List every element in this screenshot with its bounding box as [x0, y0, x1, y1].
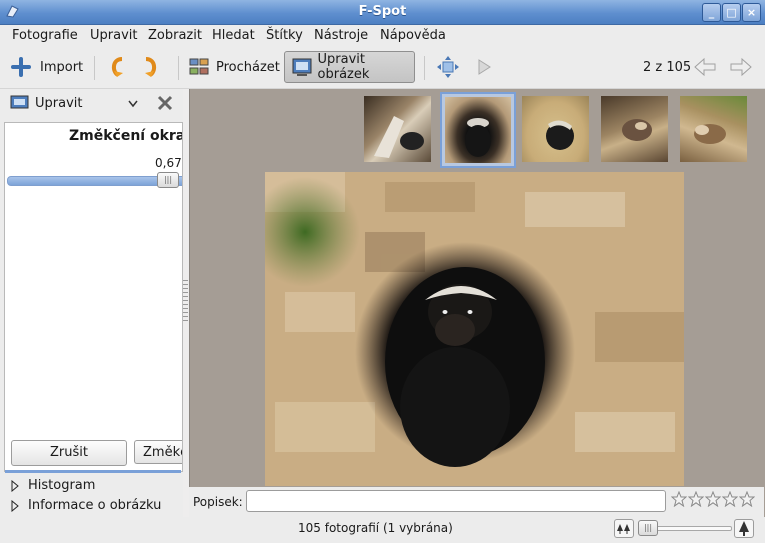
play-icon: [478, 59, 491, 75]
arrow-right-icon: [730, 57, 752, 77]
position-indicator: 2 z 105: [643, 59, 692, 75]
browse-button[interactable]: Procházet: [188, 52, 280, 82]
next-button[interactable]: [728, 52, 754, 82]
caption-input[interactable]: [246, 490, 666, 512]
fullscreen-icon: [437, 56, 459, 78]
star-icon[interactable]: [705, 491, 721, 507]
minimize-icon[interactable]: _: [702, 3, 721, 22]
cancel-button[interactable]: Zrušit: [11, 440, 127, 466]
rotate-left-button[interactable]: [104, 52, 130, 82]
main-photo[interactable]: [265, 172, 684, 486]
histogram-label: Histogram: [28, 478, 96, 493]
import-label: Import: [40, 59, 84, 75]
photo-thumbnail-image: [374, 116, 424, 158]
zoom-in-button[interactable]: [734, 519, 754, 538]
image-info-label: Informace o obrázku: [28, 498, 162, 513]
filmstrip-thumbnail[interactable]: [364, 96, 431, 162]
chevron-down-icon: [128, 100, 138, 108]
zoom-out-button[interactable]: [614, 519, 634, 538]
close-icon[interactable]: ×: [742, 3, 761, 22]
status-bar: 105 fotografií (1 vybrána) |||: [0, 517, 765, 543]
toolbar-separator: [424, 56, 425, 80]
sidebar-mode-label: Upravit: [35, 95, 83, 111]
tool-title: Změkčení okraj: [69, 128, 183, 144]
slideshow-button[interactable]: [474, 52, 494, 82]
histogram-expander[interactable]: Histogram: [10, 478, 95, 493]
fullscreen-button[interactable]: [436, 52, 460, 82]
toolbar: Import Procházet Upravit obrázek 2 z 105: [0, 47, 765, 89]
caption-bar: Popisek:: [189, 487, 764, 520]
photo-thumbnail-image: [546, 120, 574, 150]
photo-image: [265, 172, 684, 486]
filmstrip-thumbnail-selected[interactable]: [440, 92, 516, 168]
photo-thumbnail-image: [694, 124, 726, 144]
chevron-right-icon: [11, 479, 19, 492]
slider-handle[interactable]: |||: [157, 172, 179, 188]
edit-image-icon: [292, 58, 312, 76]
close-icon[interactable]: [156, 94, 174, 112]
edit-tool-panel: Změkčení okraj 0,67 |||: [4, 122, 183, 472]
slider-value: 0,67: [155, 156, 182, 170]
import-button[interactable]: Import: [10, 52, 83, 82]
caption-label: Popisek:: [193, 495, 243, 509]
maximize-icon[interactable]: □: [722, 3, 741, 22]
photo-thumbnail-image: [445, 97, 511, 163]
sidebar-mode-select[interactable]: Upravit: [10, 94, 142, 112]
menu-nastroje[interactable]: Nástroje: [314, 28, 368, 43]
previous-button[interactable]: [692, 52, 718, 82]
sidebar-header: Upravit: [10, 94, 180, 114]
browse-grid-icon: [189, 58, 209, 75]
menu-zobrazit[interactable]: Zobrazit: [148, 28, 202, 43]
title-bar: F-Spot _ □ ×: [0, 0, 765, 25]
star-icon[interactable]: [671, 491, 687, 507]
apply-button[interactable]: Změkč: [134, 440, 182, 464]
menubar: Fotografie Upravit Zobrazit Hledat Štítk…: [0, 25, 765, 47]
filmstrip-thumbnail[interactable]: [522, 96, 589, 162]
photo-thumbnail-image: [622, 119, 652, 141]
menu-stitky[interactable]: Štítky: [266, 28, 303, 43]
chevron-right-icon: [11, 499, 19, 512]
filmstrip-thumbnail[interactable]: [601, 96, 668, 162]
window-title: F-Spot: [358, 4, 407, 19]
pane-splitter[interactable]: [183, 280, 188, 324]
star-icon[interactable]: [739, 491, 755, 507]
zoom-slider-handle[interactable]: |||: [638, 520, 658, 536]
menu-upravit[interactable]: Upravit: [90, 28, 137, 43]
trees-small-icon: [617, 524, 630, 534]
rotate-right-icon: [145, 57, 157, 77]
edit-image-icon: [10, 95, 29, 109]
edit-image-button[interactable]: Upravit obrázek: [284, 51, 415, 83]
plus-icon: [11, 57, 31, 77]
menu-hledat[interactable]: Hledat: [212, 28, 255, 43]
image-info-expander[interactable]: Informace o obrázku: [10, 498, 161, 513]
browse-label: Procházet: [216, 59, 280, 75]
edit-image-label: Upravit obrázek: [317, 52, 370, 82]
rotate-right-button[interactable]: [138, 52, 164, 82]
menu-fotografie[interactable]: Fotografie: [12, 28, 78, 43]
star-icon[interactable]: [688, 491, 704, 507]
toolbar-separator: [94, 56, 95, 80]
rotate-left-icon: [111, 57, 123, 77]
tree-large-icon: [739, 521, 749, 536]
toolbar-separator: [178, 56, 179, 80]
menu-napoveda[interactable]: Nápověda: [380, 28, 446, 43]
star-icon[interactable]: [722, 491, 738, 507]
arrow-left-icon: [694, 57, 716, 77]
filmstrip-thumbnail[interactable]: [680, 96, 747, 162]
rating-stars[interactable]: [671, 491, 755, 507]
status-text: 105 fotografií (1 vybrána): [298, 521, 453, 535]
panel-divider: [5, 470, 181, 473]
